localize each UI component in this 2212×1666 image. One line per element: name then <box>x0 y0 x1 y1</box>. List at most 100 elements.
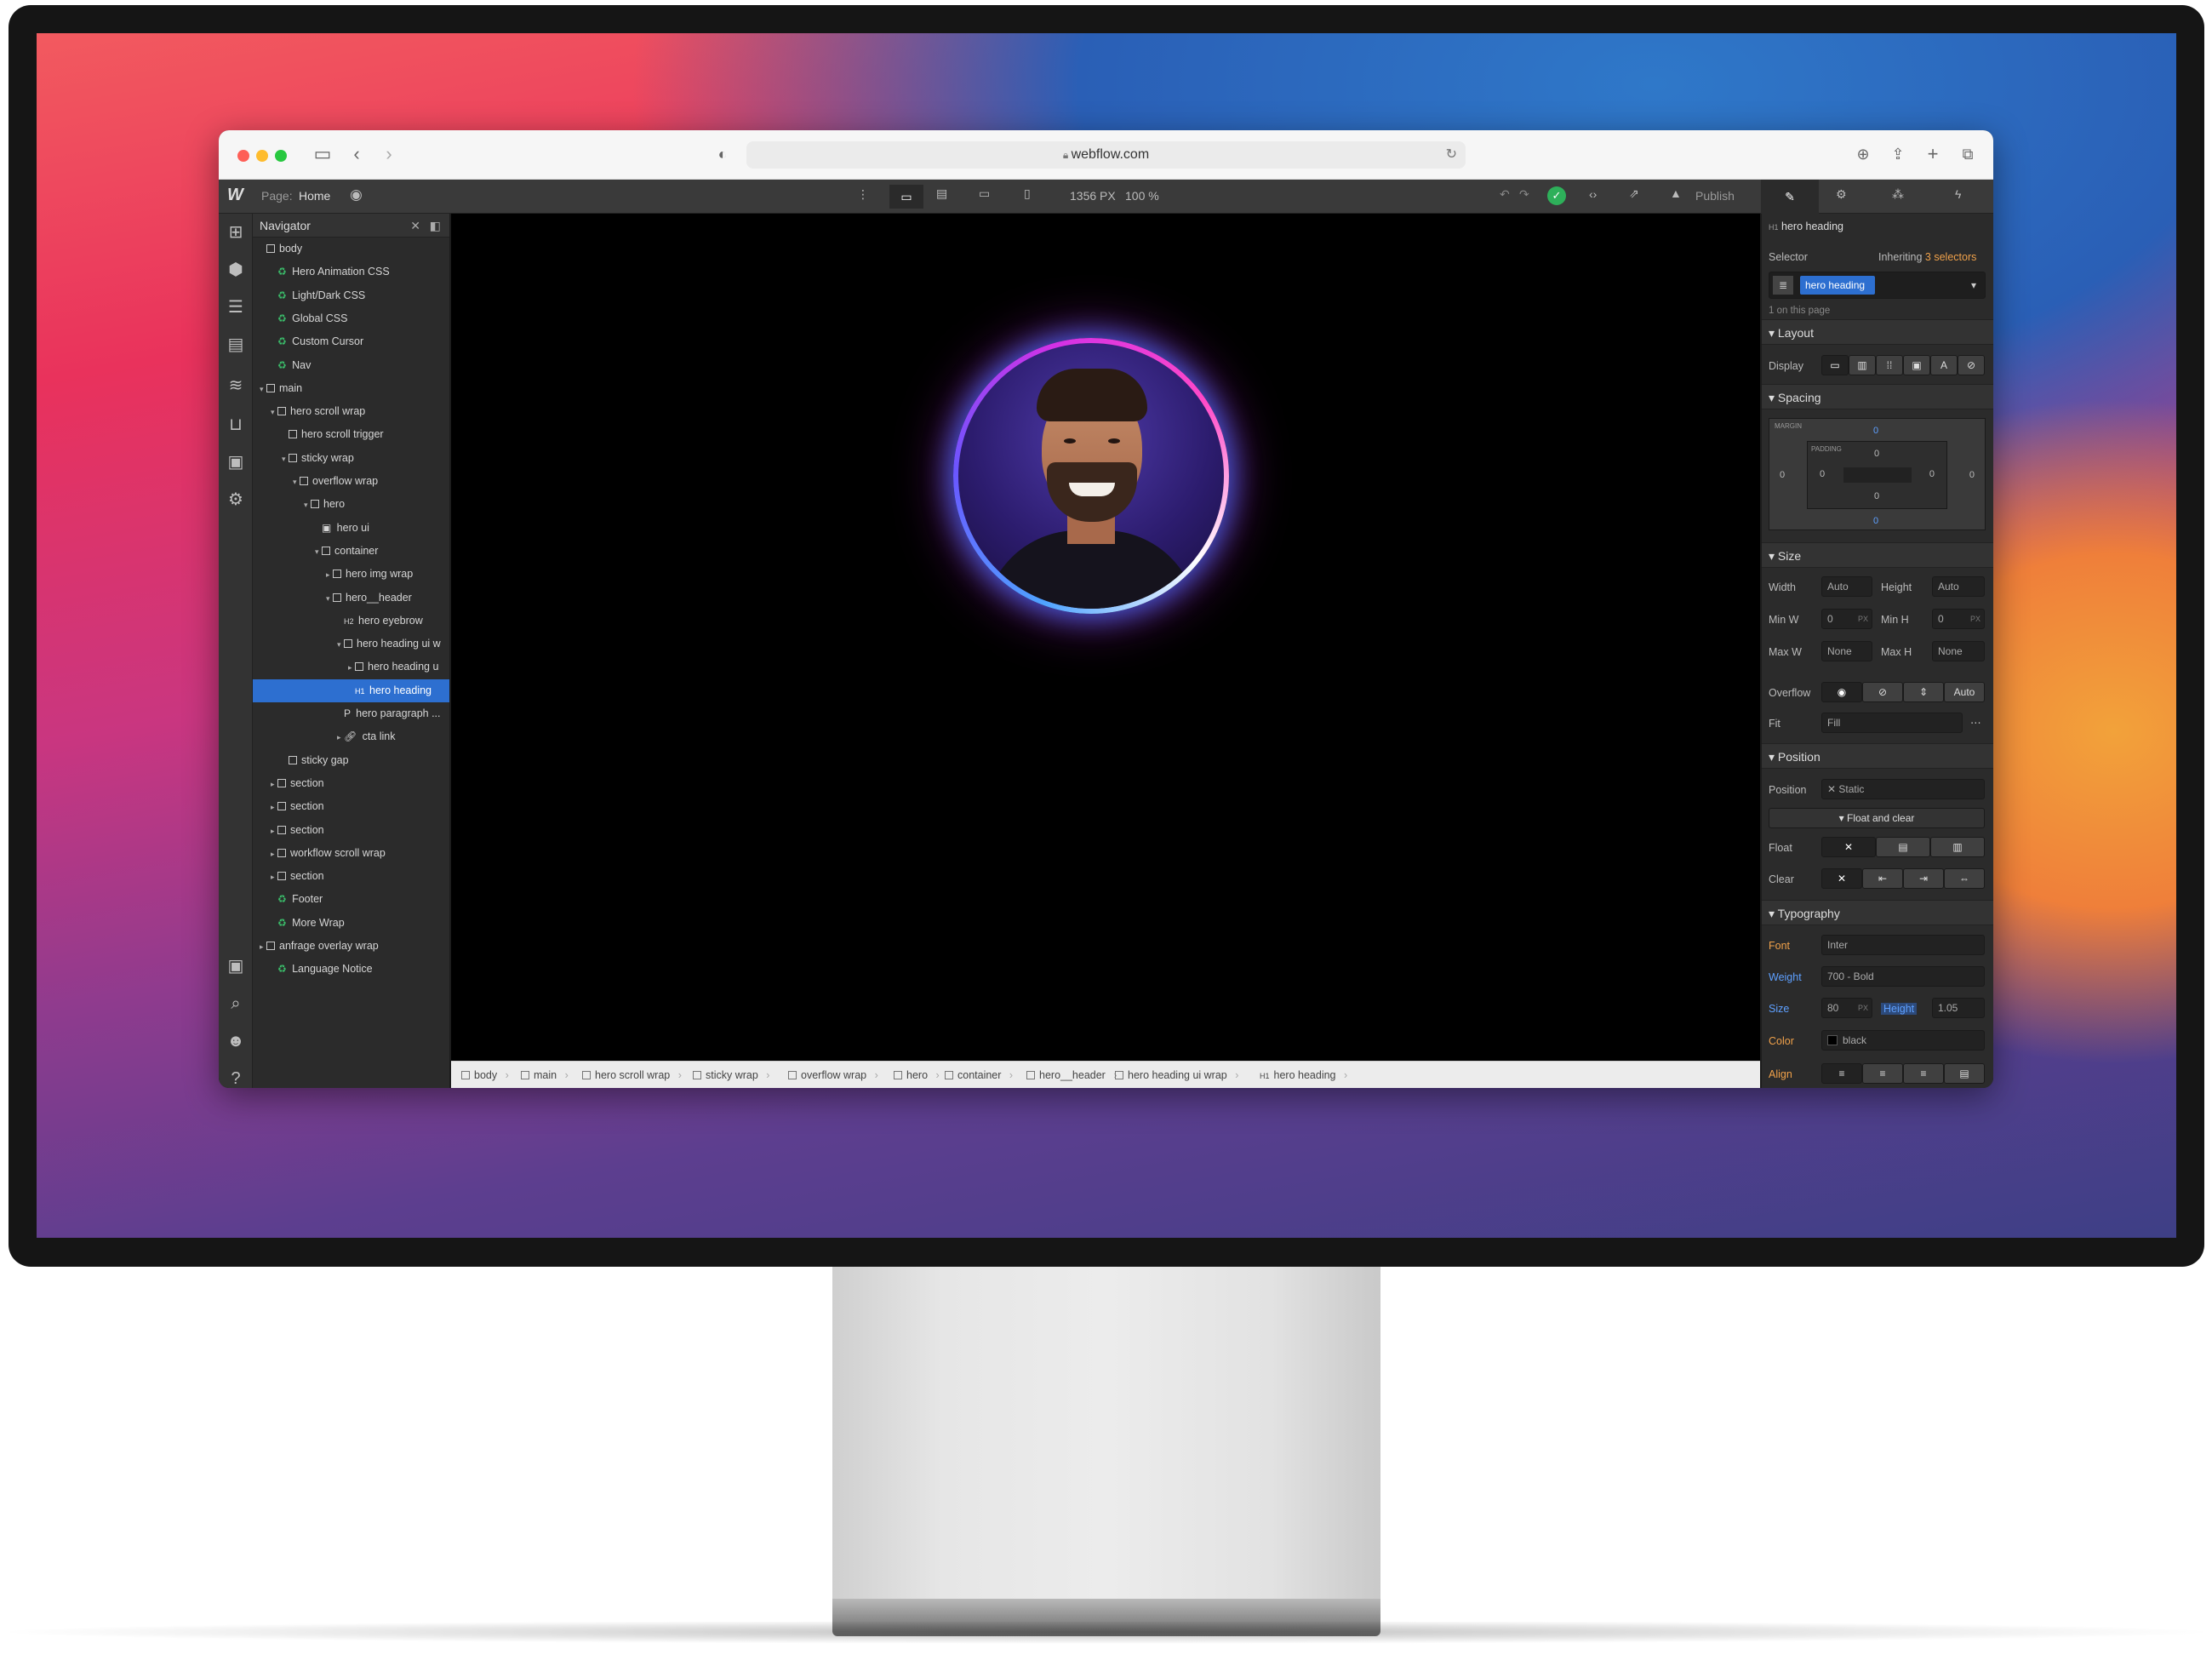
back-icon[interactable]: ‹ <box>346 144 367 164</box>
caret-down-icon[interactable]: ▾ <box>282 448 289 471</box>
max-width-input[interactable]: None <box>1821 641 1872 661</box>
caret-right-icon[interactable]: ▸ <box>337 726 344 749</box>
navigator-item[interactable]: ♻ Footer <box>253 888 449 911</box>
navigator-item[interactable]: ▸ workflow scroll wrap <box>253 842 449 865</box>
undo-icon[interactable]: ↶ <box>1500 187 1510 202</box>
selector-chip[interactable]: hero heading <box>1800 276 1875 295</box>
navigator-item[interactable]: ♻ More Wrap <box>253 912 449 935</box>
reload-icon[interactable]: ↻ <box>1446 141 1457 169</box>
close-window-button[interactable] <box>237 150 249 162</box>
hero-ui-image[interactable] <box>958 343 1224 609</box>
breadcrumb-item[interactable]: hero__header › <box>1026 1062 1117 1088</box>
position-section-header[interactable]: ▾ Position <box>1762 743 1993 769</box>
more-options-icon[interactable]: ⋮ <box>857 187 869 202</box>
navigator-item[interactable]: ▸ hero heading u <box>253 656 449 679</box>
float-none-button[interactable]: ✕ <box>1821 837 1876 857</box>
line-height-input[interactable]: 1.05 <box>1932 998 1985 1018</box>
cms-icon[interactable]: ≋ <box>226 375 246 396</box>
align-right-button[interactable]: ≡ <box>1903 1063 1944 1084</box>
caret-right-icon[interactable]: ▸ <box>348 656 355 679</box>
breakpoint-landscape-icon[interactable]: ▭ <box>979 186 990 201</box>
min-width-input[interactable]: 0 PX <box>1821 609 1872 629</box>
breadcrumb-item[interactable]: main › <box>521 1062 569 1088</box>
collaborators-icon[interactable]: ☻ <box>226 1031 246 1051</box>
caret-down-icon[interactable]: ▾ <box>304 494 311 517</box>
forward-icon[interactable]: › <box>379 144 399 164</box>
ecommerce-cart-icon[interactable]: ⊔ <box>226 415 246 435</box>
overflow-auto-button[interactable]: Auto <box>1944 682 1985 702</box>
margin-bottom-value[interactable]: 0 <box>1873 516 1878 526</box>
navigator-item[interactable]: sticky gap <box>253 749 449 772</box>
breadcrumb-item[interactable]: sticky wrap › <box>693 1062 769 1088</box>
object-fit-select[interactable]: Fill <box>1821 713 1963 733</box>
breadcrumb-item[interactable]: hero scroll wrap › <box>582 1062 682 1088</box>
display-block-button[interactable]: ▭ <box>1821 355 1849 375</box>
navigator-item[interactable]: ▾ container <box>253 540 449 564</box>
preview-eye-icon[interactable]: ◉ <box>350 186 363 203</box>
navigator-item[interactable]: hero scroll trigger <box>253 423 449 446</box>
dock-panel-icon[interactable]: ◧ <box>430 214 441 238</box>
align-center-button[interactable]: ≡ <box>1862 1063 1903 1084</box>
navigator-item[interactable]: ▸ hero img wrap <box>253 563 449 587</box>
display-inline-button[interactable]: A <box>1930 355 1958 375</box>
overflow-visible-button[interactable]: ◉ <box>1821 682 1862 702</box>
navigator-item[interactable]: ▸ 🔗︎ cta link <box>253 725 449 749</box>
font-size-input[interactable]: 80 PX <box>1821 998 1872 1018</box>
more-options-icon[interactable]: ⋯ <box>1970 716 1981 729</box>
navigator-item[interactable]: ▣ hero ui <box>253 517 449 540</box>
size-section-header[interactable]: ▾ Size <box>1762 542 1993 568</box>
navigator-item[interactable]: ▾ hero__header <box>253 587 449 610</box>
caret-down-icon[interactable]: ▾ <box>260 378 266 401</box>
max-height-input[interactable]: None <box>1932 641 1985 661</box>
typography-section-header[interactable]: ▾ Typography <box>1762 900 1993 925</box>
assets-icon[interactable]: ▣ <box>226 452 246 472</box>
new-tab-icon[interactable]: + <box>1923 144 1943 164</box>
min-height-input[interactable]: 0 PX <box>1932 609 1985 629</box>
padding-bottom-value[interactable]: 0 <box>1874 491 1879 501</box>
caret-down-icon[interactable]: ▾ <box>326 587 333 610</box>
navigator-item[interactable]: ▾ sticky wrap <box>253 447 449 471</box>
caret-right-icon[interactable]: ▸ <box>260 936 266 959</box>
caret-right-icon[interactable]: ▸ <box>271 820 277 843</box>
display-grid-button[interactable]: ⁞⁞ <box>1876 355 1903 375</box>
display-inline-block-button[interactable]: ▣ <box>1903 355 1930 375</box>
breadcrumb-item[interactable]: container › <box>945 1062 1013 1088</box>
padding-top-value[interactable]: 0 <box>1874 449 1879 459</box>
page-selector[interactable]: Home <box>299 189 330 203</box>
align-justify-button[interactable]: ▤ <box>1944 1063 1985 1084</box>
navigator-item[interactable]: ♻ Custom Cursor <box>253 330 449 353</box>
clear-right-button[interactable]: ⇥ <box>1903 868 1944 889</box>
position-select[interactable]: ✕ Static <box>1821 779 1985 799</box>
sidebar-icon[interactable]: ▭ <box>312 144 333 164</box>
navigator-item[interactable]: ▾ main <box>253 377 449 401</box>
breadcrumb-item[interactable]: body › <box>461 1062 509 1088</box>
navigator-item[interactable]: ▾ hero scroll wrap <box>253 400 449 423</box>
margin-top-value[interactable]: 0 <box>1873 426 1878 436</box>
navigator-item[interactable]: ▸ section <box>253 772 449 796</box>
address-bar[interactable]: 🔒︎ webflow.com ↻ <box>746 141 1466 169</box>
weight-select[interactable]: 700 - Bold <box>1821 966 1985 987</box>
font-select[interactable]: Inter <box>1821 935 1985 955</box>
margin-left-value[interactable]: 0 <box>1780 470 1785 480</box>
pages-icon[interactable]: ▤ <box>226 335 246 355</box>
navigator-item[interactable]: ▾ hero heading ui w <box>253 633 449 656</box>
breakpoint-mobile-icon[interactable]: ▯ <box>1024 186 1031 201</box>
caret-right-icon[interactable]: ▸ <box>271 773 277 796</box>
selector-field[interactable]: ≣ hero heading ▾ <box>1769 272 1986 299</box>
chevron-down-icon[interactable]: ▾ <box>1971 276 1976 295</box>
display-flex-button[interactable]: ▥ <box>1849 355 1876 375</box>
settings-gear-icon[interactable]: ⚙ <box>1836 187 1847 202</box>
close-icon[interactable]: ✕ <box>410 214 420 238</box>
spacing-section-header[interactable]: ▾ Spacing <box>1762 384 1993 409</box>
navigator-item[interactable]: ♻ Nav <box>253 354 449 377</box>
publish-button[interactable]: Publish <box>1695 189 1735 203</box>
navigator-item[interactable]: P hero paragraph ... <box>253 702 449 725</box>
code-export-icon[interactable]: ‹› <box>1589 187 1597 201</box>
clear-none-button[interactable]: ✕ <box>1821 868 1862 889</box>
clear-both-button[interactable]: ⇔ <box>1944 868 1985 889</box>
caret-down-icon[interactable]: ▾ <box>293 471 300 494</box>
breadcrumb-item[interactable]: hero › <box>894 1062 940 1088</box>
caret-down-icon[interactable]: ▾ <box>315 541 322 564</box>
breadcrumb-item[interactable]: H1 hero heading › <box>1260 1062 1347 1088</box>
caret-right-icon[interactable]: ▸ <box>326 564 333 587</box>
